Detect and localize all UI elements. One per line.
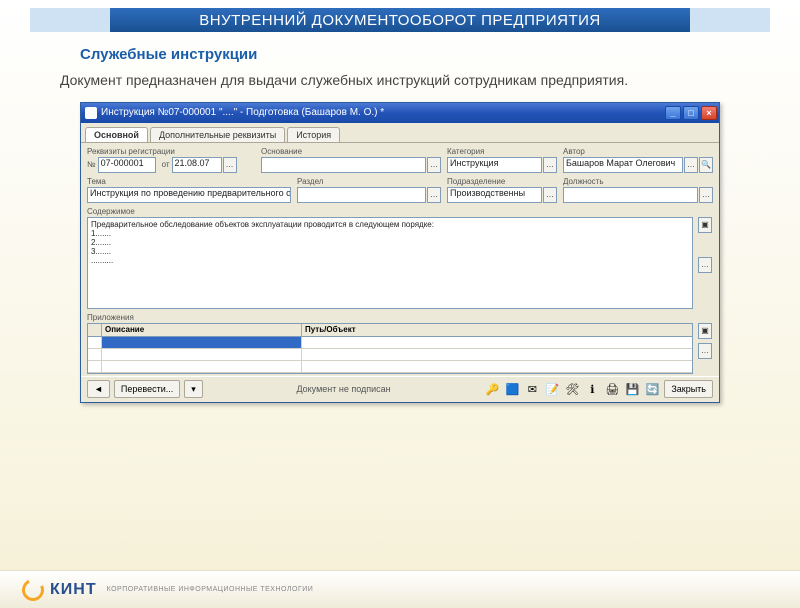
attachments-grid[interactable] bbox=[87, 337, 693, 374]
section-lookup-button[interactable]: … bbox=[427, 187, 441, 203]
window-titlebar[interactable]: Инструкция №07-000001 "...." - Подготовк… bbox=[81, 103, 719, 123]
tabstrip: Основной Дополнительные реквизиты Истори… bbox=[81, 123, 719, 143]
doc-date-input[interactable]: 21.08.07 bbox=[172, 157, 222, 173]
brand-name: КИНТ bbox=[50, 581, 97, 599]
section-input[interactable] bbox=[297, 187, 426, 203]
logo-ring-icon bbox=[19, 575, 47, 603]
date-prefix: от bbox=[162, 160, 170, 169]
content-expand-button[interactable]: ▣ bbox=[698, 217, 712, 233]
doc-number-input[interactable]: 07-000001 bbox=[98, 157, 156, 173]
info-icon[interactable]: ℹ bbox=[584, 381, 600, 397]
attachments-header: Описание Путь/Объект bbox=[87, 323, 693, 337]
basis-label: Основание bbox=[261, 147, 441, 156]
page-subtitle: Служебные инструкции bbox=[80, 46, 800, 63]
category-label: Категория bbox=[447, 147, 557, 156]
stamp-icon[interactable]: 🟦 bbox=[504, 381, 520, 397]
basis-lookup-button[interactable]: … bbox=[427, 157, 441, 173]
banner-edge-left bbox=[30, 8, 110, 32]
dept-lookup-button[interactable]: … bbox=[543, 187, 557, 203]
position-input[interactable] bbox=[563, 187, 698, 203]
close-footer-button[interactable]: Закрыть bbox=[664, 380, 713, 398]
sign-status: Документ не подписан bbox=[207, 384, 481, 394]
status-bar: ◄ Перевести... ▾ Документ не подписан 🔑 … bbox=[81, 376, 719, 402]
author-search-button[interactable]: 🔍 bbox=[699, 157, 713, 173]
attachments-label: Приложения bbox=[87, 313, 713, 322]
att-col-path[interactable]: Путь/Объект bbox=[302, 324, 692, 336]
reg-label: Реквизиты регистрации bbox=[87, 147, 255, 156]
tab-main[interactable]: Основной bbox=[85, 127, 148, 142]
date-picker-button[interactable]: … bbox=[223, 157, 237, 173]
banner-title: ВНУТРЕННИЙ ДОКУМЕНТООБОРОТ ПРЕДПРИЯТИЯ bbox=[110, 8, 690, 32]
tab-history[interactable]: История bbox=[287, 127, 340, 142]
content-label: Содержимое bbox=[87, 207, 713, 216]
page-description: Документ предназначен для выдачи служебн… bbox=[60, 71, 740, 90]
form-area: Реквизиты регистрации № 07-000001 от 21.… bbox=[81, 143, 719, 376]
translate-menu-button[interactable]: ▾ bbox=[184, 380, 203, 398]
banner-edge-right bbox=[690, 8, 770, 32]
table-row[interactable] bbox=[88, 337, 692, 349]
tab-extra[interactable]: Дополнительные реквизиты bbox=[150, 127, 285, 142]
tools-icon[interactable]: 🛠 bbox=[564, 381, 580, 397]
attach-add-button[interactable]: … bbox=[698, 343, 712, 359]
table-row[interactable] bbox=[88, 361, 692, 373]
position-lookup-button[interactable]: … bbox=[699, 187, 713, 203]
translate-button[interactable]: Перевести... bbox=[114, 380, 180, 398]
save-icon[interactable]: 💾 bbox=[624, 381, 640, 397]
content-textarea[interactable]: Предварительное обследование объектов эк… bbox=[87, 217, 693, 309]
note-icon[interactable]: 📝 bbox=[544, 381, 560, 397]
table-row[interactable] bbox=[88, 349, 692, 361]
category-lookup-button[interactable]: … bbox=[543, 157, 557, 173]
refresh-icon[interactable]: 🔄 bbox=[644, 381, 660, 397]
mail-icon[interactable]: ✉ bbox=[524, 381, 540, 397]
app-window: Инструкция №07-000001 "...." - Подготовк… bbox=[80, 102, 720, 403]
category-input[interactable]: Инструкция bbox=[447, 157, 542, 173]
page-banner: ВНУТРЕННИЙ ДОКУМЕНТООБОРОТ ПРЕДПРИЯТИЯ bbox=[30, 8, 770, 32]
author-input[interactable]: Башаров Марат Олегович bbox=[563, 157, 683, 173]
arrow-left-button[interactable]: ◄ bbox=[87, 380, 110, 398]
dept-input[interactable]: Производственны bbox=[447, 187, 542, 203]
subject-label: Тема bbox=[87, 177, 291, 186]
position-label: Должность bbox=[563, 177, 713, 186]
close-button[interactable]: × bbox=[701, 106, 717, 120]
section-label: Раздел bbox=[297, 177, 441, 186]
window-title: Инструкция №07-000001 "...." - Подготовк… bbox=[101, 107, 663, 118]
subject-input[interactable]: Инструкция по проведению предварительног… bbox=[87, 187, 291, 203]
basis-input[interactable] bbox=[261, 157, 426, 173]
content-lookup-button[interactable]: … bbox=[698, 257, 712, 273]
brand-tagline: КОРПОРАТИВНЫЕ ИНФОРМАЦИОННЫЕ ТЕХНОЛОГИИ bbox=[107, 586, 314, 593]
author-label: Автор bbox=[563, 147, 713, 156]
dept-label: Подразделение bbox=[447, 177, 557, 186]
document-icon bbox=[85, 107, 97, 119]
print-icon[interactable]: 🖨 bbox=[604, 381, 620, 397]
attach-expand-button[interactable]: ▣ bbox=[698, 323, 712, 339]
minimize-button[interactable]: _ bbox=[665, 106, 681, 120]
author-lookup-button[interactable]: … bbox=[684, 157, 698, 173]
maximize-button[interactable]: □ bbox=[683, 106, 699, 120]
no-prefix: № bbox=[87, 160, 96, 169]
att-col-desc[interactable]: Описание bbox=[102, 324, 302, 336]
key-icon[interactable]: 🔑 bbox=[484, 381, 500, 397]
page-footer: КИНТ КОРПОРАТИВНЫЕ ИНФОРМАЦИОННЫЕ ТЕХНОЛ… bbox=[0, 570, 800, 608]
